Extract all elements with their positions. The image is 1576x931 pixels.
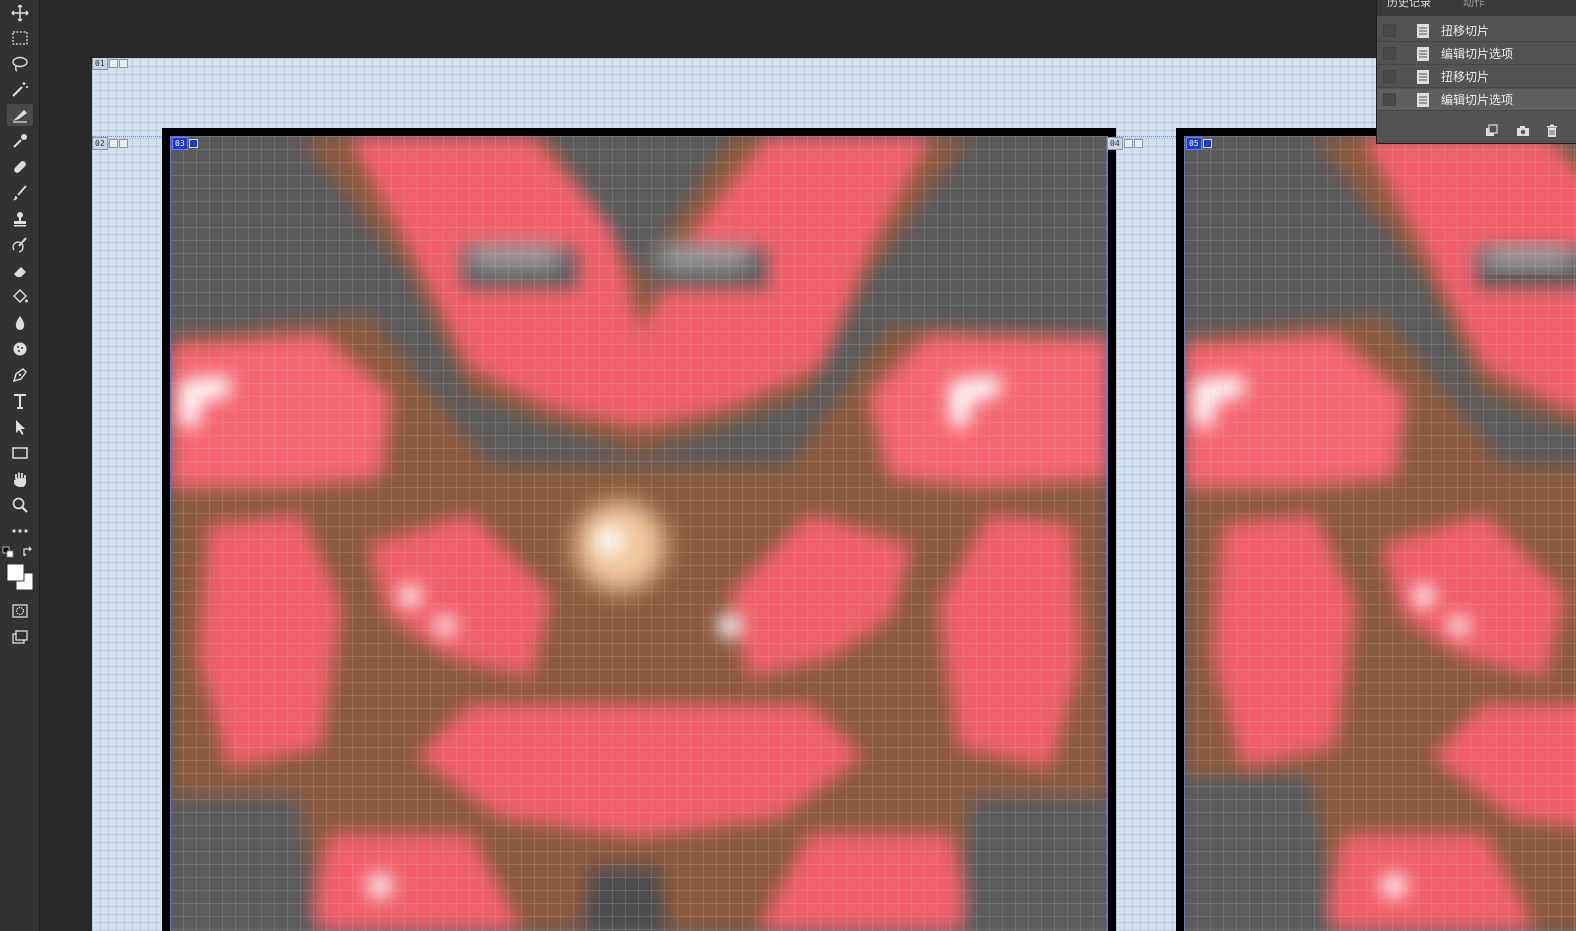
tile-image-slice-03[interactable]: 03 xyxy=(162,128,1116,931)
slice-04-badge[interactable]: 04 xyxy=(1107,137,1143,150)
document-icon xyxy=(1417,23,1429,38)
history-brush-icon[interactable] xyxy=(7,234,33,256)
panel-tabs: 历史记录 动作 xyxy=(1377,0,1576,16)
sponge-icon[interactable] xyxy=(7,338,33,360)
tools-panel xyxy=(0,0,40,931)
bucket-icon[interactable] xyxy=(7,286,33,308)
image-slice-icon xyxy=(1123,139,1133,148)
trash-icon[interactable] xyxy=(1544,123,1560,139)
slice-number: 03 xyxy=(172,137,188,150)
color-swatches[interactable] xyxy=(4,549,36,594)
screen-mode-icon[interactable] xyxy=(7,626,33,648)
pixel-art-image xyxy=(170,136,1108,931)
slice-number: 02 xyxy=(92,137,108,150)
magic-wand-icon[interactable] xyxy=(7,78,33,100)
tab-actions[interactable]: 动作 xyxy=(1455,0,1493,10)
drop-icon[interactable] xyxy=(7,312,33,334)
history-item-label: 编辑切片选项 xyxy=(1441,47,1514,61)
link-icon xyxy=(118,139,128,148)
brush-icon[interactable] xyxy=(7,182,33,204)
slice-edge-left xyxy=(170,136,171,931)
slice-edge-left xyxy=(1184,136,1185,931)
snapshot-source-checkbox[interactable] xyxy=(1383,47,1396,60)
snapshot-source-checkbox[interactable] xyxy=(1383,93,1396,106)
move-icon[interactable] xyxy=(7,2,33,24)
tab-history[interactable]: 历史记录 xyxy=(1379,0,1439,10)
document-icon xyxy=(1417,69,1429,84)
more-icon[interactable] xyxy=(7,520,33,542)
hand-icon[interactable] xyxy=(7,468,33,490)
link-icon xyxy=(1133,139,1143,148)
tile-image-slice-05[interactable]: 05 xyxy=(1176,128,1576,931)
snapshot-source-checkbox[interactable] xyxy=(1383,24,1396,37)
zoom-icon[interactable] xyxy=(7,494,33,516)
bandage-icon[interactable] xyxy=(7,156,33,178)
photoshop-window: 01 02 03 04 05 历史记录 动作 扭移切片 编辑切片选项 扭移切片 … xyxy=(0,0,1576,931)
slice-05-badge[interactable]: 05 xyxy=(1186,137,1212,150)
history-item-label: 扭移切片 xyxy=(1441,24,1490,38)
pixel-art-tile xyxy=(1184,136,1576,931)
image-slice-icon xyxy=(108,139,118,148)
image-slice-icon xyxy=(108,59,118,68)
slice-number: 05 xyxy=(1186,137,1202,150)
slice-icon[interactable] xyxy=(7,104,33,126)
slice-edge-right xyxy=(1107,136,1108,931)
history-item-label: 扭移切片 xyxy=(1441,70,1490,84)
camera-icon[interactable] xyxy=(1515,123,1531,139)
lasso-icon[interactable] xyxy=(7,53,33,75)
snapshot-source-checkbox[interactable] xyxy=(1383,70,1396,83)
history-item[interactable]: 扭移切片 xyxy=(1377,66,1576,88)
image-slice-icon xyxy=(188,139,198,148)
type-icon[interactable] xyxy=(7,390,33,412)
pen-icon[interactable] xyxy=(7,364,33,386)
history-item[interactable]: 扭移切片 xyxy=(1377,20,1576,42)
default-colors-icon[interactable] xyxy=(2,546,16,558)
slice-number: 04 xyxy=(1107,137,1123,150)
stamp-icon[interactable] xyxy=(7,208,33,230)
arrow-icon[interactable] xyxy=(7,416,33,438)
slice-01-badge[interactable]: 01 xyxy=(92,58,128,70)
eyedropper-icon[interactable] xyxy=(7,130,33,152)
history-item[interactable]: 编辑切片选项 xyxy=(1377,43,1576,65)
history-panel: 历史记录 动作 扭移切片 编辑切片选项 扭移切片 编辑切片选项 xyxy=(1376,0,1576,144)
history-item-label: 编辑切片选项 xyxy=(1441,93,1514,107)
slice-number: 01 xyxy=(92,58,108,70)
document-canvas[interactable]: 01 02 03 04 05 xyxy=(92,58,1576,931)
swap-colors-icon[interactable] xyxy=(22,546,34,558)
quick-mask-icon[interactable] xyxy=(7,600,33,622)
document-icon xyxy=(1417,46,1429,61)
link-icon xyxy=(118,59,128,68)
image-slice-icon xyxy=(1202,139,1212,148)
slice-02-badge[interactable]: 02 xyxy=(92,137,128,150)
pixel-art-image xyxy=(1184,136,1576,931)
document-icon xyxy=(1417,92,1429,107)
pixel-art-tile xyxy=(170,136,1108,931)
history-item-current[interactable]: 编辑切片选项 xyxy=(1377,89,1576,111)
history-footer xyxy=(1377,119,1576,143)
new-document-icon[interactable] xyxy=(1483,123,1499,139)
rectangle-icon[interactable] xyxy=(7,442,33,464)
rect-marquee-icon[interactable] xyxy=(7,27,33,49)
slice-03-badge[interactable]: 03 xyxy=(172,137,198,150)
eraser-icon[interactable] xyxy=(7,260,33,282)
